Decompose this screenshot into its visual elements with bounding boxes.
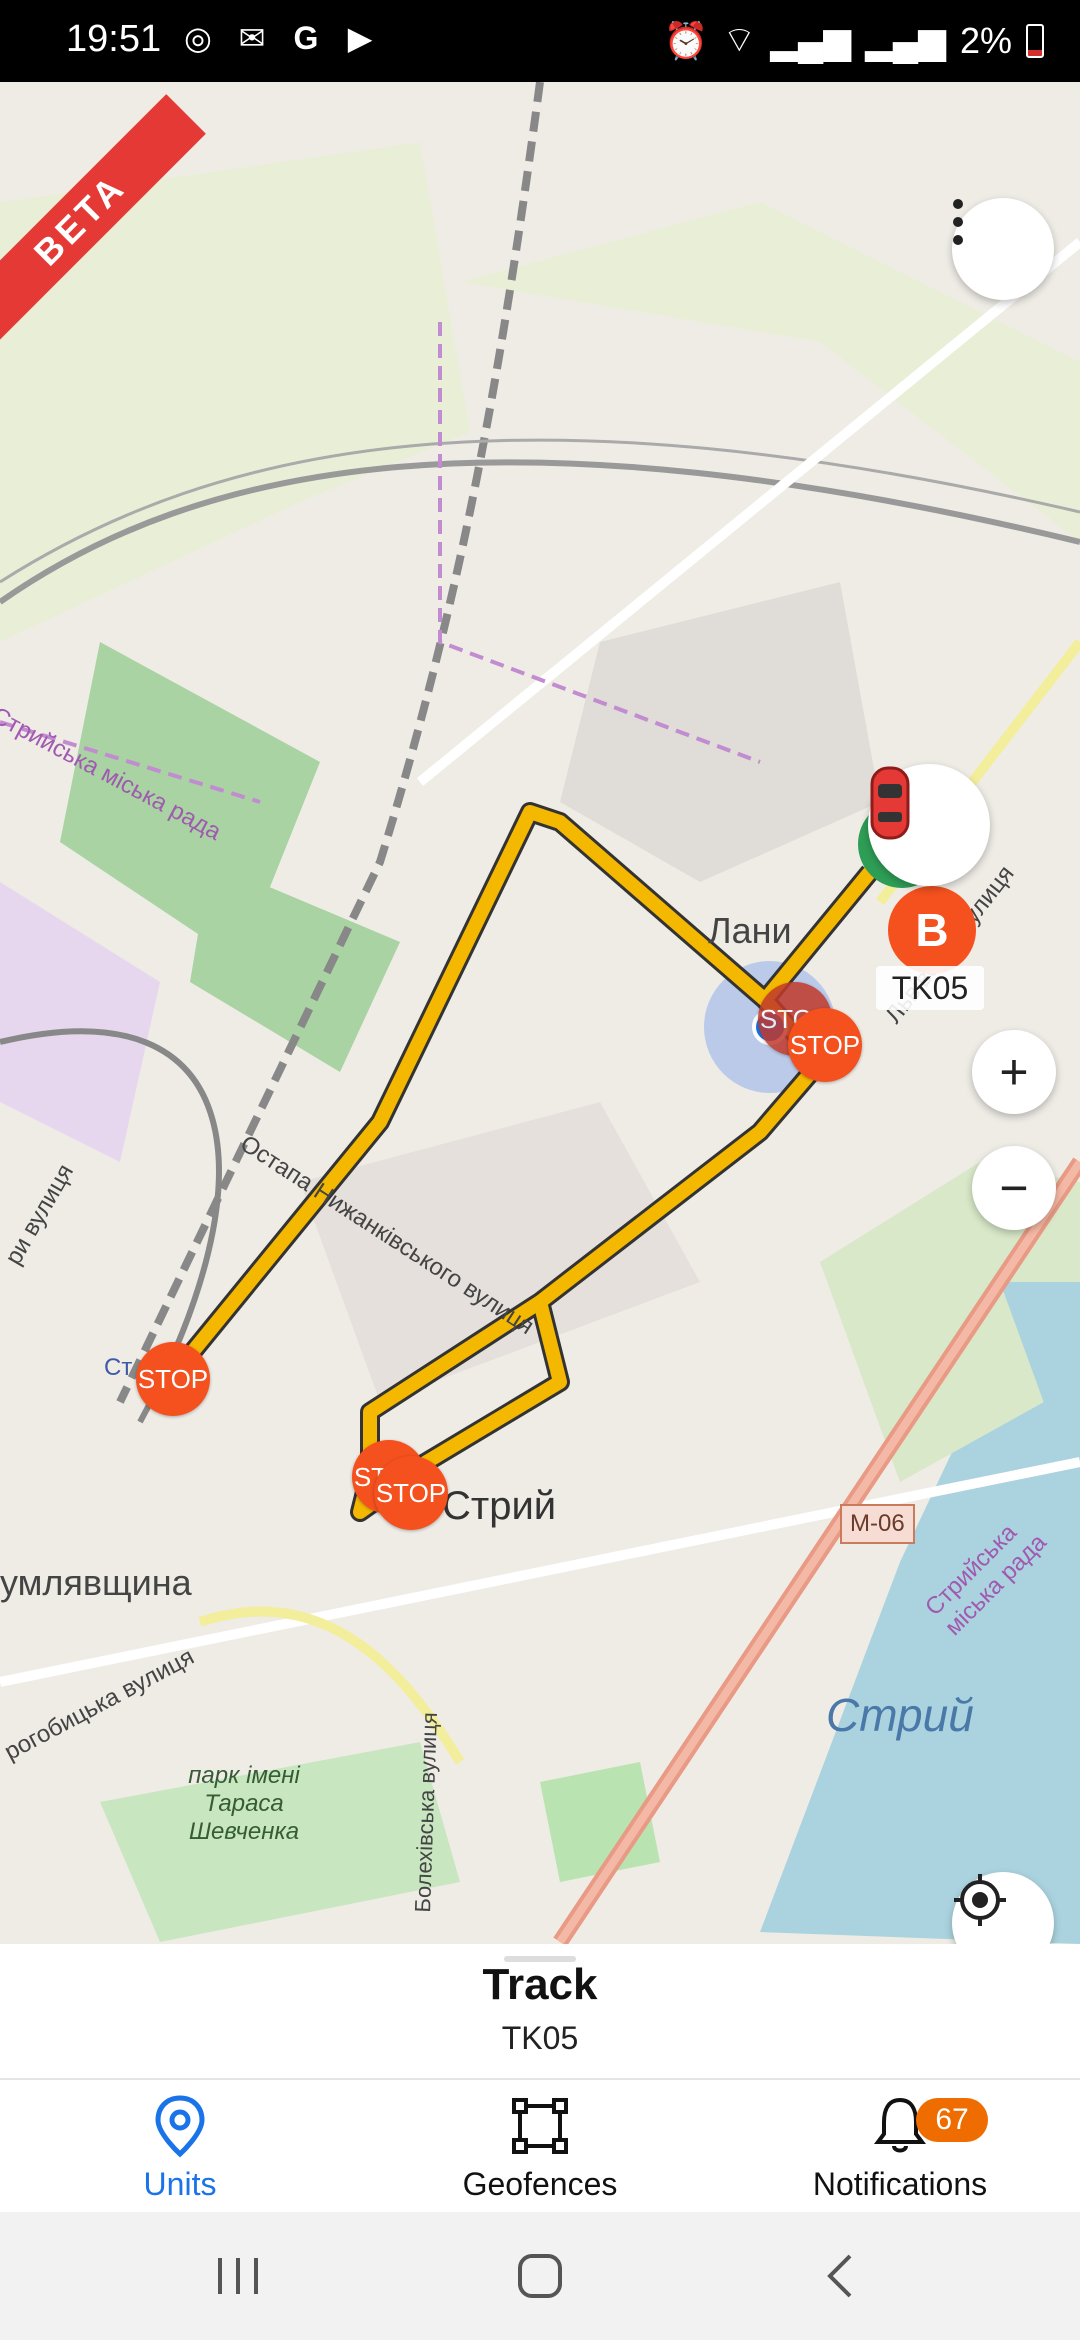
google-icon: G	[293, 20, 319, 56]
follow-unit-button[interactable]	[868, 764, 990, 886]
sheet-title: Track	[482, 1960, 598, 2009]
bottom-navigation: Units Geofences 67 Notifications	[0, 2078, 1080, 2214]
more-vert-icon	[953, 199, 963, 245]
map-label-highway: М-06	[840, 1504, 915, 1544]
crosshair-icon	[954, 1874, 1006, 1926]
signal-icon: ▂▄▆	[770, 19, 852, 61]
map-label-station: Ст	[104, 1354, 133, 1381]
location-pin-icon	[155, 2095, 205, 2158]
unit-label: TK05	[876, 966, 984, 1010]
battery-icon	[1026, 23, 1044, 58]
stop-marker[interactable]: STOP	[136, 1342, 210, 1416]
status-bar: 19:51 ◎ ✉ G ▶ ⏰ ⌔ ▂▄▆ ▂▄▆ 2%	[0, 0, 1080, 82]
mail-icon: ✉	[238, 20, 266, 56]
more-options-button[interactable]	[952, 198, 1054, 300]
status-notification-icons: ◎ ✉ G ▶	[180, 20, 378, 56]
map-label-park: парк імені Тараса Шевченка	[188, 1762, 300, 1845]
recent-apps-icon[interactable]	[208, 2250, 268, 2302]
tab-geofences[interactable]: Geofences	[360, 2080, 720, 2214]
signal2-icon: ▂▄▆	[865, 19, 946, 61]
map-label-stryi-river: Стрий	[826, 1689, 974, 1741]
status-time: 19:51	[66, 18, 162, 60]
car-icon	[870, 766, 910, 840]
geofence-square-icon	[512, 2098, 568, 2154]
wifi-icon: ⌔	[722, 19, 757, 60]
zoom-in-button[interactable]: +	[972, 1030, 1056, 1114]
alarm-icon: ⏰	[663, 19, 709, 61]
zoom-out-button[interactable]: −	[972, 1146, 1056, 1230]
map-label-lany: Лани	[708, 910, 792, 951]
track-bottom-sheet[interactable]: Track TK05	[0, 1944, 1080, 2078]
tab-notifications-label: Notifications	[812, 2166, 988, 2202]
stop-marker[interactable]: STOP	[788, 1008, 862, 1082]
map-view[interactable]: BETA Лани Стрий Стрий умлявщина Остапа Н…	[0, 82, 1080, 1944]
sheet-subtitle: TK05	[501, 2020, 579, 2056]
home-icon[interactable]	[510, 2250, 570, 2302]
map-label-district-left: умлявщина	[0, 1562, 192, 1603]
notifications-badge: 67	[916, 2098, 988, 2142]
unit-marker[interactable]: B	[888, 886, 976, 974]
battery-percent: 2%	[959, 19, 1012, 61]
back-icon[interactable]	[812, 2250, 872, 2302]
status-right-icons: ⏰ ⌔ ▂▄▆ ▂▄▆ 2%	[664, 18, 1044, 63]
play-icon: ▶	[347, 20, 373, 56]
tab-units[interactable]: Units	[0, 2080, 360, 2214]
map-label-stryi-city: Стрий	[442, 1484, 557, 1528]
sync-icon: ◎	[184, 20, 212, 56]
tab-units-label: Units	[143, 2166, 217, 2202]
tab-geofences-label: Geofences	[462, 2166, 618, 2202]
system-navigation-bar	[0, 2212, 1080, 2340]
tab-notifications[interactable]: 67 Notifications	[720, 2080, 1080, 2214]
stop-marker[interactable]: STOP	[374, 1456, 448, 1530]
